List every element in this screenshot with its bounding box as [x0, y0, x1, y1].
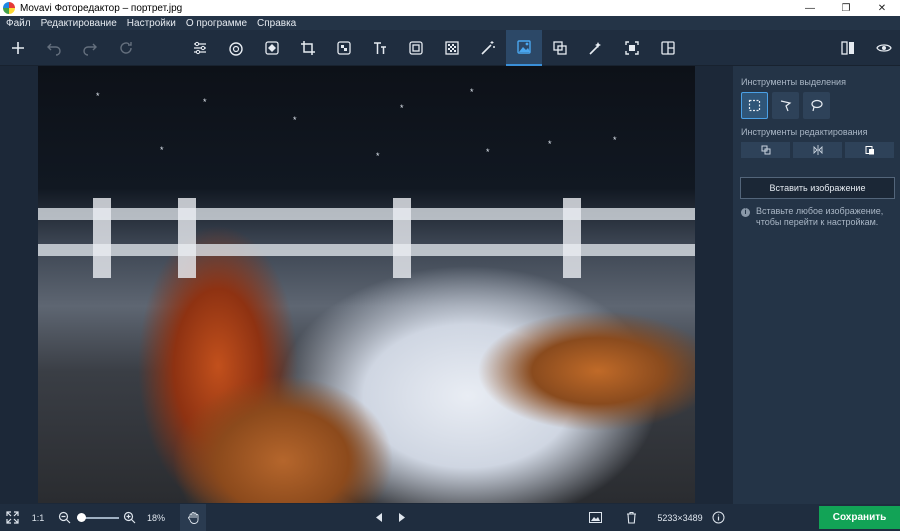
zoom-slider-thumb[interactable]	[77, 513, 87, 522]
effects-icon[interactable]	[326, 30, 362, 66]
photo-canvas[interactable]: * * * * * * * * * *	[38, 66, 695, 503]
add-icon[interactable]	[0, 30, 36, 66]
restore-icon[interactable]: ❐	[828, 0, 864, 16]
close-icon[interactable]: ✕	[864, 0, 900, 16]
tool-panel: Инструменты выделения Инструменты редакт…	[733, 66, 900, 504]
next-image-icon[interactable]	[394, 504, 408, 531]
dandelion-seed: *	[486, 147, 490, 157]
preview-icon[interactable]	[866, 30, 900, 66]
enhance-icon[interactable]	[578, 30, 614, 66]
layout-icon[interactable]	[650, 30, 686, 66]
flip-icon[interactable]	[793, 142, 842, 158]
actual-size-button[interactable]: 1:1	[26, 504, 50, 531]
noise-icon[interactable]	[434, 30, 470, 66]
dandelion-seed: *	[470, 87, 474, 97]
dandelion-seed: *	[96, 91, 100, 101]
toolbar	[0, 30, 900, 66]
replace-background-icon[interactable]	[506, 30, 542, 66]
zoom-out-icon[interactable]	[57, 504, 71, 531]
info-text: Вставьте любое изображение, чтобы перейт…	[756, 206, 884, 227]
fit-screen-icon[interactable]	[0, 504, 24, 531]
fence-post	[178, 198, 196, 278]
delete-icon[interactable]	[622, 504, 640, 531]
frames-icon[interactable]	[398, 30, 434, 66]
image-icon[interactable]	[582, 504, 608, 531]
hand-tool-icon[interactable]	[180, 504, 206, 531]
info-circle-icon[interactable]	[710, 504, 726, 531]
rect-select-icon[interactable]	[741, 92, 768, 119]
canvas-area[interactable]: * * * * * * * * * *	[0, 66, 733, 504]
magic-wand-icon[interactable]	[470, 30, 506, 66]
info-icon: i	[741, 208, 750, 217]
fence-post	[393, 198, 411, 278]
dandelion-seed: *	[203, 97, 207, 107]
selection-icon[interactable]	[542, 30, 578, 66]
window-controls: — ❐ ✕	[792, 0, 900, 16]
fence-post	[93, 198, 111, 278]
dandelion-seed: *	[293, 115, 297, 125]
object-removal-icon[interactable]	[254, 30, 290, 66]
dandelion-seed: *	[548, 139, 552, 149]
previous-image-icon[interactable]	[372, 504, 386, 531]
fence-rail	[38, 244, 695, 256]
insert-image-button[interactable]: Вставить изображение	[740, 177, 895, 199]
image-dimensions: 5233×3489	[657, 512, 703, 523]
paste-icon[interactable]	[845, 142, 894, 158]
menu-file[interactable]: Файл	[6, 18, 31, 29]
title-bar: Movavi Фоторедактор – портрет.jpg — ❐ ✕	[0, 0, 900, 16]
compare-icon[interactable]	[830, 30, 866, 66]
crop-icon[interactable]	[290, 30, 326, 66]
zoom-percent: 18%	[146, 512, 165, 523]
menu-help[interactable]: Справка	[257, 18, 296, 29]
dandelion-seed: *	[613, 135, 617, 145]
transform-icon[interactable]	[614, 30, 650, 66]
zoom-in-icon[interactable]	[122, 504, 136, 531]
editing-tools-label: Инструменты редактирования	[741, 127, 868, 137]
text-icon[interactable]	[362, 30, 398, 66]
menu-about[interactable]: О программе	[186, 18, 247, 29]
menu-settings[interactable]: Настройки	[127, 18, 176, 29]
fence-post	[563, 198, 581, 278]
reset-icon[interactable]	[108, 30, 144, 66]
save-button[interactable]: Сохранить	[819, 506, 900, 529]
adjust-icon[interactable]	[182, 30, 218, 66]
app-logo-icon	[3, 2, 15, 14]
status-bar: 1:1 18% 5233×3489	[0, 504, 900, 531]
redo-icon[interactable]	[72, 30, 108, 66]
menu-bar: Файл Редактирование Настройки О программ…	[0, 16, 900, 30]
menu-edit[interactable]: Редактирование	[41, 18, 117, 29]
dandelion-seed: *	[160, 145, 164, 155]
dandelion-seed: *	[376, 151, 380, 161]
polygon-lasso-icon[interactable]	[772, 92, 799, 119]
dandelion-seed: *	[400, 103, 404, 113]
lasso-icon[interactable]	[803, 92, 830, 119]
fence-rail	[38, 208, 695, 220]
selection-tools-label: Инструменты выделения	[741, 77, 846, 87]
undo-icon[interactable]	[36, 30, 72, 66]
clone-icon[interactable]	[741, 142, 790, 158]
minimize-icon[interactable]: —	[792, 0, 828, 16]
retouch-icon[interactable]	[218, 30, 254, 66]
window-title: Movavi Фоторедактор – портрет.jpg	[20, 2, 183, 14]
